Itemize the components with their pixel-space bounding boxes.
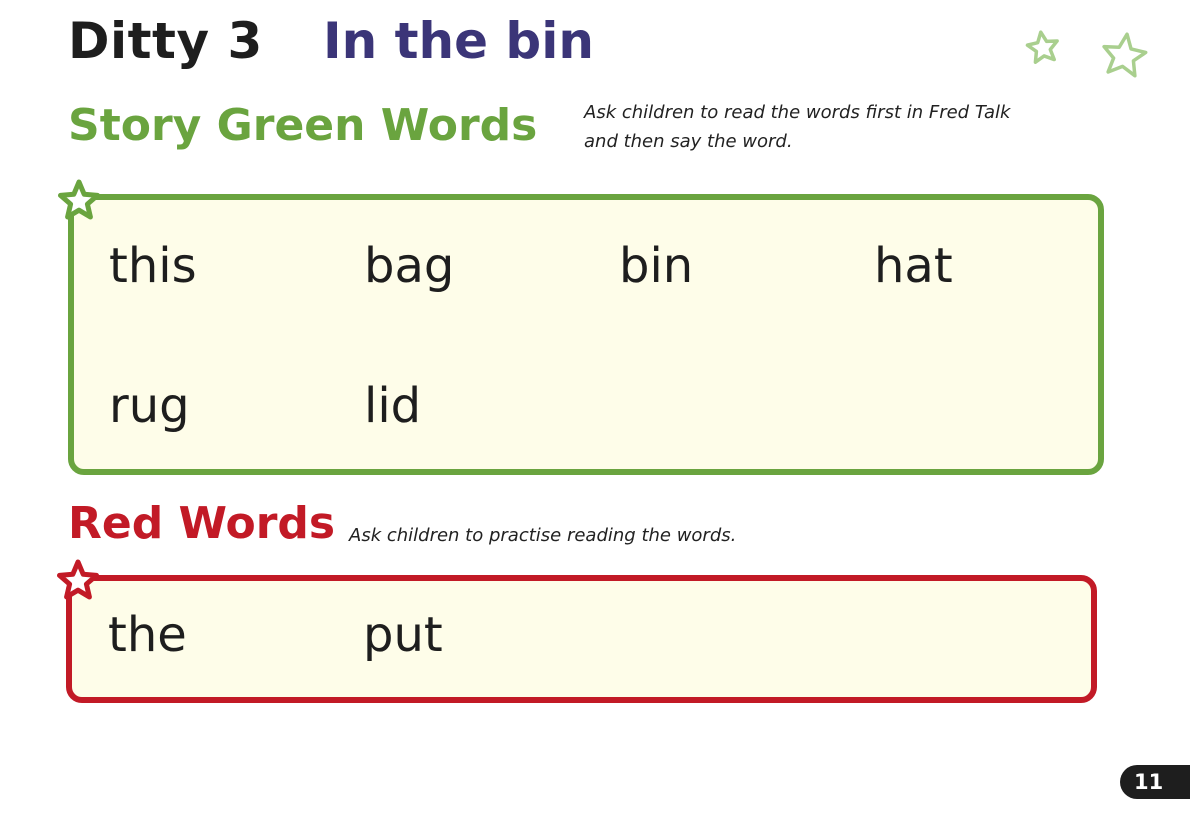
red-words-heading: Red Words: [68, 498, 336, 549]
green-word: bag: [364, 238, 455, 294]
instruction-line: Ask children to read the words first in …: [584, 102, 1011, 123]
star-outline-icon: [1025, 30, 1059, 64]
ditty-number: Ditty 3: [68, 12, 263, 70]
red-words-box: the put: [66, 575, 1097, 703]
green-word: lid: [364, 378, 422, 434]
green-word: hat: [874, 238, 953, 294]
red-word: the: [108, 607, 187, 663]
green-words-box: this bag bin hat rug lid: [68, 194, 1104, 475]
star-icon: [57, 559, 99, 600]
red-words-instruction: Ask children to practise reading the wor…: [349, 525, 737, 546]
green-words-heading: Story Green Words: [68, 100, 538, 151]
star-outline-icon: [1102, 32, 1148, 78]
star-icon: [58, 179, 100, 220]
page-number-badge: 11: [1120, 765, 1190, 799]
green-word: rug: [109, 378, 190, 434]
green-word: bin: [619, 238, 694, 294]
green-words-instruction: Ask children to read the words first in …: [584, 98, 1024, 156]
story-title: In the bin: [323, 12, 594, 70]
instruction-line: and then say the word.: [584, 131, 793, 152]
decorative-stars: [1025, 30, 1148, 78]
green-word: this: [109, 238, 197, 294]
red-word: put: [363, 607, 443, 663]
